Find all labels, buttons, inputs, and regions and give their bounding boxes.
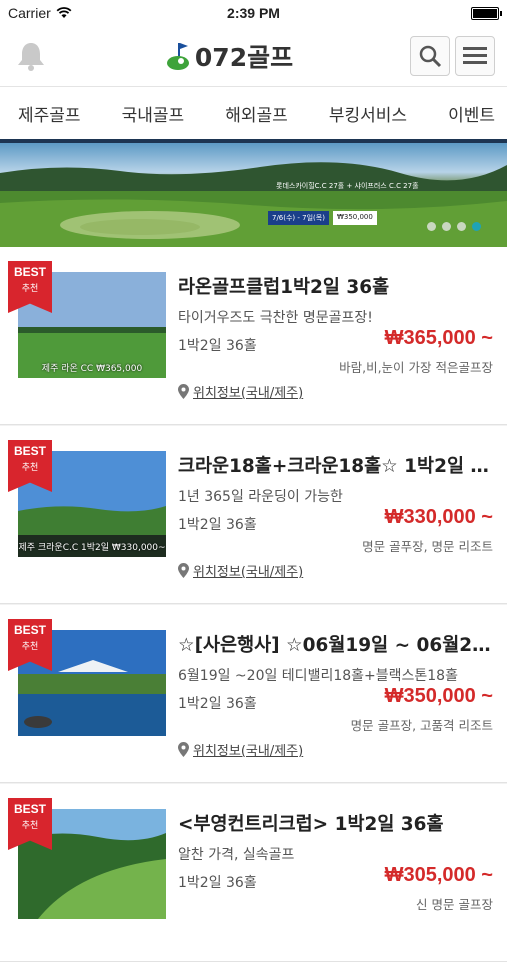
product-duration: 1박2일 36홀 — [178, 517, 257, 533]
product-tag: 신 명문 골프장 — [416, 897, 493, 912]
map-pin-icon — [178, 384, 189, 399]
badge-label: BEST — [13, 265, 46, 279]
app-logo[interactable]: 072골프 — [165, 38, 293, 74]
badge-sub: 추천 — [21, 821, 39, 831]
tab-jeju-golf[interactable]: 제주골프 — [16, 97, 83, 130]
product-card[interactable]: BEST 추천 <부영컨트리크럽> 1박2일 36홀 알찬 가격, 실속골프 1박… — [0, 784, 507, 962]
bell-icon[interactable] — [14, 39, 48, 73]
carrier-info: Carrier — [8, 5, 72, 21]
wifi-icon — [56, 7, 72, 18]
clock: 2:39 PM — [227, 5, 280, 21]
best-badge: BEST 추천 — [8, 798, 52, 850]
product-card[interactable]: 제주 라온 CC ₩365,000 BEST 추천 라온골프클럽1박2일 36홀 … — [0, 247, 507, 425]
badge-sub: 추천 — [21, 642, 39, 652]
app-title: 072골프 — [194, 43, 294, 72]
product-subtitle: 1년 365일 라운딩이 가능한 — [178, 489, 343, 505]
carrier-label: Carrier — [8, 5, 51, 21]
product-tag: 명문 골프장, 고품격 리조트 — [350, 718, 493, 733]
hamburger-icon — [463, 47, 487, 64]
product-title[interactable]: <부영컨트리크럽> 1박2일 36홀 — [178, 810, 493, 836]
badge-label: BEST — [13, 444, 46, 458]
badge-sub: 추천 — [21, 284, 39, 294]
search-icon — [419, 45, 442, 68]
product-card[interactable]: BEST 추천 ☆[사은행사] ☆06월19일 ~ 06월20일 6월19일 ~2… — [0, 605, 507, 783]
product-tag: 명문 골푸장, 명문 리조트 — [362, 539, 493, 554]
location-text: 위치정보(국내/제주) — [193, 565, 304, 580]
product-duration: 1박2일 36홀 — [178, 338, 257, 354]
pagination-dot[interactable] — [442, 222, 451, 231]
product-price: ₩350,000 ~ — [384, 685, 493, 707]
map-pin-icon — [178, 563, 189, 578]
thumbnail-caption: 제주 라온 CC ₩365,000 — [41, 364, 143, 374]
tab-booking-service[interactable]: 부킹서비스 — [327, 97, 409, 130]
tab-domestic-golf[interactable]: 국내골프 — [120, 97, 187, 130]
product-price: ₩305,000 ~ — [384, 864, 493, 886]
banner-pagination[interactable] — [427, 222, 481, 231]
product-subtitle: 타이거우즈도 극찬한 명문골프장! — [178, 310, 373, 326]
location-link[interactable]: 위치정보(국내/제주) — [178, 740, 303, 759]
badge-sub: 추천 — [21, 463, 39, 473]
category-nav: 제주골프 국내골프 해외골프 부킹서비스 이벤트 — [0, 87, 507, 143]
app-header: 072골프 — [0, 26, 507, 87]
badge-label: BEST — [13, 623, 46, 637]
product-tag: 바람,비,눈이 가장 적은골프장 — [339, 360, 493, 375]
menu-button[interactable] — [455, 36, 495, 76]
tab-overseas-golf[interactable]: 해외골프 — [223, 97, 290, 130]
banner-dates: 7/6(수) - 7일(목) — [268, 211, 329, 225]
battery-icon — [471, 6, 502, 20]
map-pin-icon — [178, 742, 189, 757]
product-subtitle: 알찬 가격, 실속골프 — [178, 847, 295, 863]
banner-landscape — [0, 162, 507, 247]
product-price: ₩365,000 ~ — [384, 327, 493, 349]
product-title[interactable]: ☆[사은행사] ☆06월19일 ~ 06월20일 — [178, 631, 493, 657]
tab-event[interactable]: 이벤트 — [446, 97, 497, 130]
product-price: ₩330,000 ~ — [384, 506, 493, 528]
badge-label: BEST — [13, 802, 46, 816]
product-title[interactable]: 크라운18홀+크라운18홀☆ 1박2일 36홀 — [178, 452, 493, 478]
banner-course-text: 롯데스카이힐C.C 27홀 + 샤이프러스 C.C 27홀 — [276, 182, 419, 190]
golf-logo-icon — [166, 43, 189, 70]
location-text: 위치정보(국내/제주) — [193, 386, 304, 401]
location-text: 위치정보(국내/제주) — [193, 744, 304, 759]
best-badge: BEST 추천 — [8, 619, 52, 671]
promo-banner[interactable]: 롯데스카이힐C.C 27홀 + 샤이프러스 C.C 27홀 7/6(수) - 7… — [0, 143, 507, 247]
thumbnail-caption: 제주 크라운C.C 1박2일 ₩330,000~ — [18, 543, 166, 553]
status-bar: Carrier 2:39 PM — [0, 0, 507, 26]
banner-price: ₩350,000 — [332, 211, 377, 225]
best-badge: BEST 추천 — [8, 440, 52, 492]
pagination-dot-active[interactable] — [472, 222, 481, 231]
pagination-dot[interactable] — [427, 222, 436, 231]
product-title[interactable]: 라온골프클럽1박2일 36홀 — [178, 273, 493, 299]
search-button[interactable] — [410, 36, 450, 76]
product-duration: 1박2일 36홀 — [178, 696, 257, 712]
best-badge: BEST 추천 — [8, 261, 52, 313]
pagination-dot[interactable] — [457, 222, 466, 231]
location-link[interactable]: 위치정보(국내/제주) — [178, 561, 303, 580]
location-link[interactable]: 위치정보(국내/제주) — [178, 382, 303, 401]
product-card[interactable]: 제주 크라운C.C 1박2일 ₩330,000~ BEST 추천 크라운18홀+크… — [0, 426, 507, 604]
product-subtitle: 6월19일 ~20일 테디밸리18홀+블랙스톤18홀 — [178, 668, 458, 684]
product-duration: 1박2일 36홀 — [178, 875, 257, 891]
